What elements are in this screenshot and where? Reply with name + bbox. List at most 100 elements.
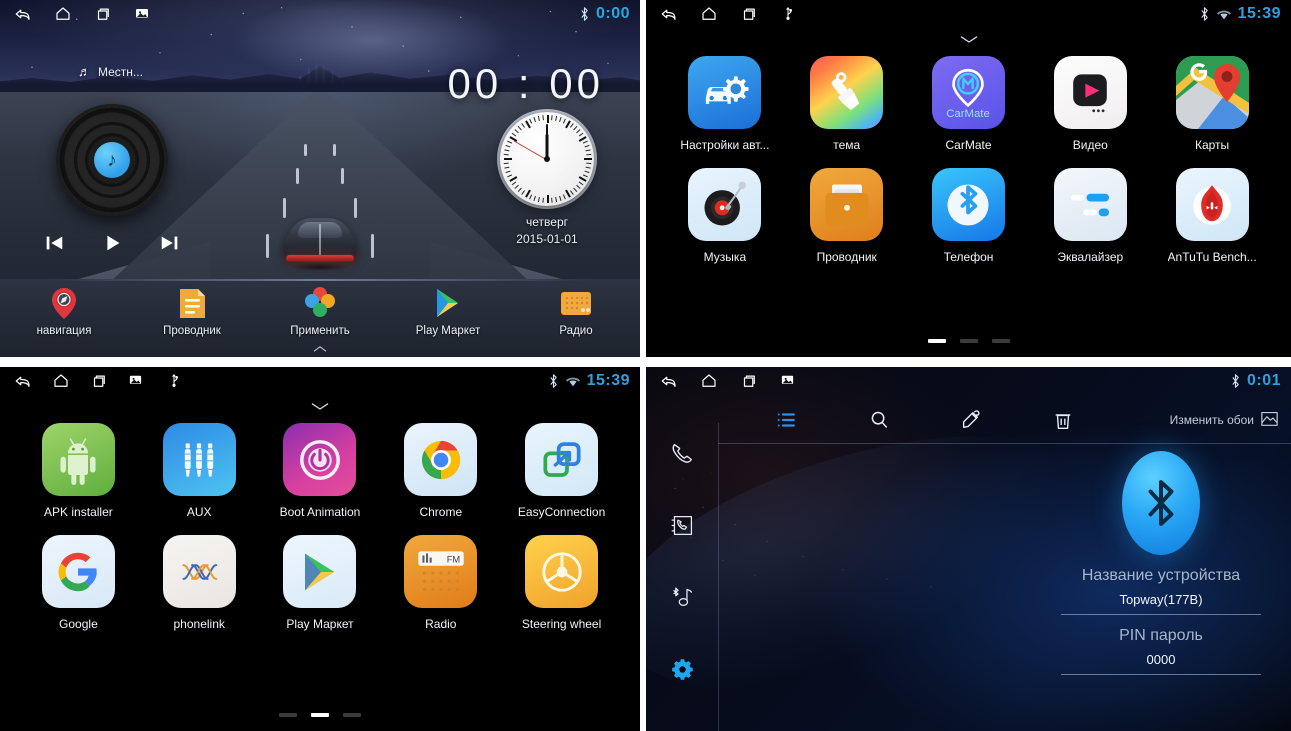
status-bar: 15:39 <box>0 367 640 395</box>
app-item-steering-wheel[interactable]: Steering wheel <box>501 535 622 631</box>
now-playing-label[interactable]: ♬ Местн... <box>78 64 143 79</box>
dock-item-apply[interactable]: Применить <box>256 285 384 337</box>
settings-gear-icon[interactable] <box>667 654 697 684</box>
app-item-chrome[interactable]: Chrome <box>380 423 501 519</box>
app-item-file-manager[interactable]: Проводник <box>786 168 908 264</box>
list-icon[interactable] <box>764 403 810 437</box>
previous-track-button[interactable] <box>42 232 66 254</box>
app-item-play-market[interactable]: Play Маркет <box>260 535 381 631</box>
drawer-handle-icon[interactable] <box>311 340 329 357</box>
analog-clock-widget[interactable]: четверг 2015-01-01 <box>498 112 596 246</box>
app-item-car-settings[interactable]: Настройки авт... <box>664 56 786 152</box>
bluetooth-icon <box>548 373 559 389</box>
dock-item-file-manager[interactable]: Проводник <box>128 285 256 337</box>
play-button[interactable] <box>100 232 124 254</box>
play-store-icon <box>283 535 357 608</box>
back-icon[interactable] <box>14 372 32 390</box>
music-widget[interactable]: ♪ <box>22 104 202 254</box>
page-dot[interactable] <box>959 339 978 343</box>
app-label: AUX <box>186 505 212 519</box>
usb-icon[interactable] <box>780 5 798 23</box>
usb-icon[interactable] <box>166 372 184 390</box>
page-indicator <box>646 339 1291 343</box>
app-label: Radio <box>425 617 457 631</box>
change-wallpaper-button[interactable]: Изменить обои <box>1170 410 1291 430</box>
dialpad-phone-icon[interactable] <box>667 438 697 468</box>
dock-item-radio[interactable]: Радио <box>512 285 640 337</box>
app-grid: APK installer AUX Boot Animation Chrome … <box>18 423 622 631</box>
vinyl-record[interactable]: ♪ <box>56 104 168 216</box>
edit-pen-icon[interactable] <box>948 403 994 437</box>
bluetooth-settings-panel: 0:01 Изменить обои Название устройства T… <box>646 367 1291 731</box>
page-indicator <box>0 713 640 717</box>
recents-icon[interactable] <box>740 372 758 390</box>
app-item-antutu[interactable]: AnTuTu Bench... <box>1151 168 1273 264</box>
app-item-google[interactable]: Google <box>18 535 139 631</box>
music-note-icon: ♪ <box>94 142 130 178</box>
theme-brush-icon <box>810 56 884 129</box>
app-label: EasyConnection <box>517 505 606 519</box>
app-label: Play Маркет <box>286 617 354 631</box>
screenshot-icon[interactable] <box>128 372 146 390</box>
page-dot[interactable] <box>343 713 361 717</box>
screenshot-icon[interactable] <box>134 5 152 23</box>
app-item-video[interactable]: Видео <box>1029 56 1151 152</box>
app-item-theme[interactable]: тема <box>786 56 908 152</box>
app-item-boot-animation[interactable]: Boot Animation <box>260 423 381 519</box>
dock-label: навигация <box>36 325 92 337</box>
page-dot[interactable] <box>927 339 946 343</box>
home-icon[interactable] <box>52 372 70 390</box>
dock-item-navigation[interactable]: навигация <box>0 285 128 337</box>
home-icon[interactable] <box>700 5 718 23</box>
screenshot-icon[interactable] <box>780 372 798 390</box>
app-item-equalizer[interactable]: Эквалайзер <box>1029 168 1151 264</box>
recents-icon[interactable] <box>740 5 758 23</box>
home-icon[interactable] <box>54 5 72 23</box>
app-item-maps[interactable]: Карты <box>1151 56 1273 152</box>
app-label: phonelink <box>173 617 225 631</box>
contacts-book-icon[interactable] <box>667 510 697 540</box>
app-item-aux[interactable]: AUX <box>139 423 260 519</box>
drawer-handle-icon[interactable] <box>309 399 331 417</box>
back-icon[interactable] <box>660 372 678 390</box>
pin-password-field[interactable]: PIN пароль 0000 <box>1061 627 1261 675</box>
home-icon[interactable] <box>700 372 718 390</box>
status-time: 15:39 <box>1237 5 1281 22</box>
back-icon[interactable] <box>660 5 678 23</box>
music-note-icon: ♬ <box>78 64 91 79</box>
app-item-carmate[interactable]: CarMate CarMate <box>908 56 1030 152</box>
dock-item-play-market[interactable]: Play Маркет <box>384 285 512 337</box>
app-label: Chrome <box>419 505 463 519</box>
home-dock: навигация Проводник Применить Play Марке… <box>0 279 640 357</box>
bluetooth-icon <box>1230 373 1241 389</box>
back-icon[interactable] <box>14 5 32 23</box>
next-track-button[interactable] <box>158 232 182 254</box>
bluetooth-music-icon[interactable] <box>667 582 697 612</box>
home-screen-panel: 0:00 ♬ Местн... ♪ 00: 00 четверг 2015-0… <box>0 0 640 357</box>
equalizer-icon <box>1053 168 1127 241</box>
app-item-phone[interactable]: Телефон <box>908 168 1030 264</box>
app-item-phonelink[interactable]: phonelink <box>139 535 260 631</box>
recents-icon[interactable] <box>94 5 112 23</box>
bluetooth-sidebar <box>646 395 718 731</box>
trash-icon[interactable] <box>1040 403 1086 437</box>
device-name-field[interactable]: Название устройства Topway(177B) <box>1061 567 1261 615</box>
digital-clock: 00 : 00 <box>447 60 604 107</box>
app-item-apk-installer[interactable]: APK installer <box>18 423 139 519</box>
drawer-handle-icon[interactable] <box>958 32 980 50</box>
app-item-easyconnection[interactable]: EasyConnection <box>501 423 622 519</box>
chrome-icon <box>404 423 478 496</box>
google-g-icon <box>41 535 115 608</box>
app-item-music[interactable]: Музыка <box>664 168 786 264</box>
page-dot[interactable] <box>991 339 1010 343</box>
page-dot[interactable] <box>279 713 297 717</box>
page-dot[interactable] <box>311 713 329 717</box>
recents-icon[interactable] <box>90 372 108 390</box>
clock-weekday: четверг <box>526 215 568 229</box>
app-label: Проводник <box>816 250 877 264</box>
svg-text:CarMate: CarMate <box>947 107 991 119</box>
app-item-radio[interactable]: FM Radio <box>380 535 501 631</box>
search-icon[interactable] <box>856 403 902 437</box>
apply-flower-icon <box>302 285 338 321</box>
app-label: Карты <box>1194 138 1230 152</box>
